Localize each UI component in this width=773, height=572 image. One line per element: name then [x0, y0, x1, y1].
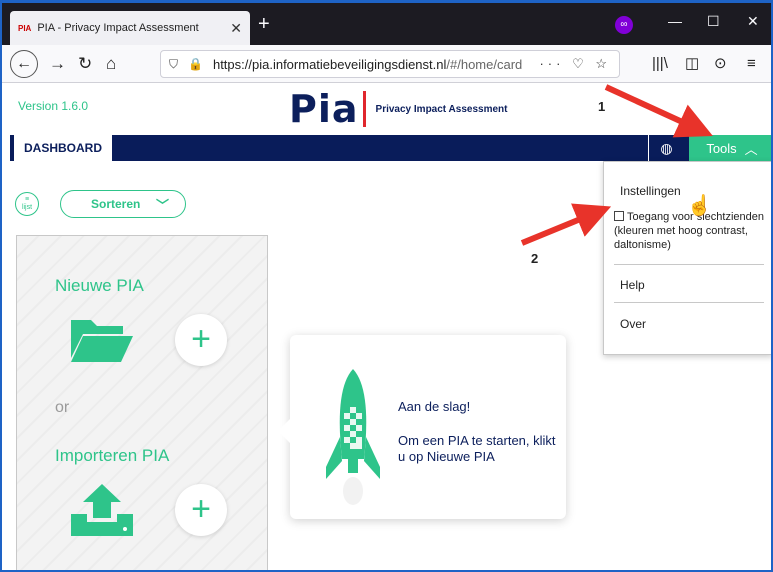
chevron-down-icon: ﹀: [155, 197, 169, 213]
new-pia-heading[interactable]: Nieuwe PIA: [55, 276, 144, 296]
arrow-to-instellingen: [520, 203, 612, 246]
annotation-badge-2: 2: [531, 251, 539, 266]
getting-started-tooltip: Aan de slag! Om een PIA te starten, klik…: [278, 335, 566, 519]
or-label: or: [55, 399, 70, 416]
rocket-icon: [326, 369, 380, 505]
list-view-button[interactable]: ≡ lijst: [15, 192, 39, 216]
import-pia-plus-button[interactable]: +: [175, 484, 227, 536]
tooltip-title: Aan de slag!: [398, 399, 471, 414]
browser-window: { "browser": { "tab_title": "PIA - Priva…: [0, 0, 773, 572]
list-label: lijst: [21, 204, 33, 211]
new-pia-plus-button[interactable]: +: [175, 314, 227, 366]
list-icon: ≡: [24, 196, 30, 203]
import-pia-heading[interactable]: Importeren PIA: [55, 446, 169, 466]
sort-label: Sorteren: [91, 197, 141, 211]
annotation-badge-1: 1: [598, 99, 606, 114]
sort-dropdown[interactable]: Sorteren ﹀: [60, 190, 186, 218]
tooltip-text: Om een PIA te starten, klikt u op Nieuwe…: [398, 433, 556, 464]
arrow-to-tools: [604, 84, 713, 138]
new-pia-card: Nieuwe PIA + or Importeren PIA +: [16, 235, 268, 570]
folder-icon[interactable]: [69, 312, 135, 364]
upload-icon[interactable]: [69, 482, 135, 538]
